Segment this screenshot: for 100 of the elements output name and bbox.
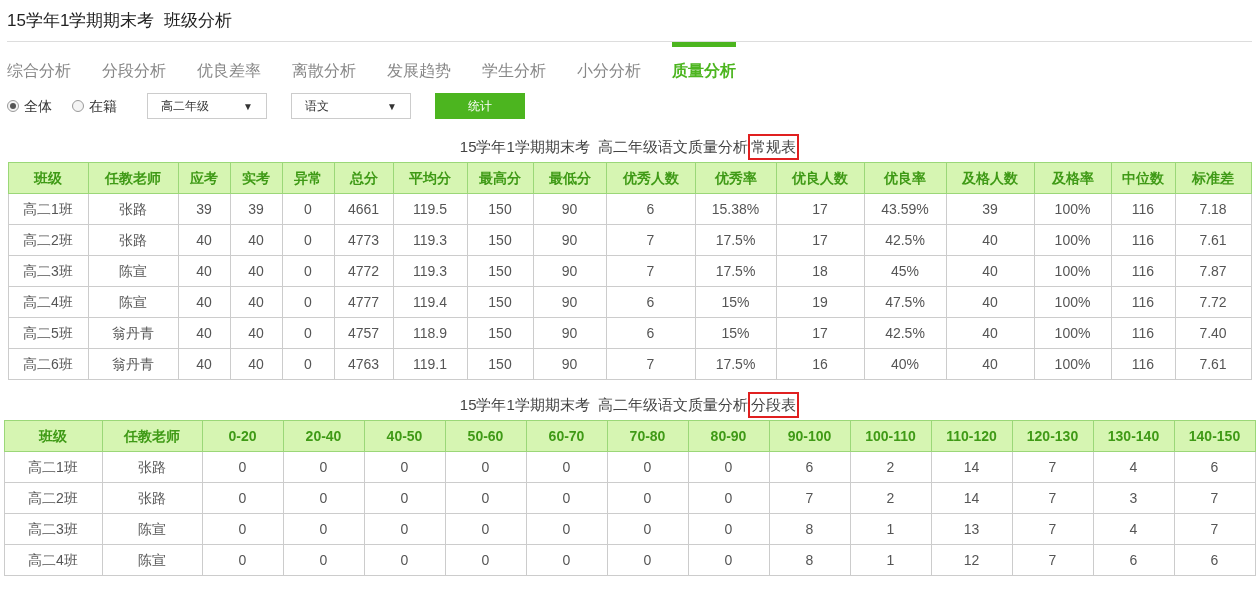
table-cell: 40 (230, 317, 282, 349)
submit-button[interactable]: 统计 (435, 93, 525, 119)
table-cell: 40 (178, 255, 230, 287)
column-header: 最低分 (533, 162, 606, 194)
table-cell: 40 (178, 317, 230, 349)
table-cell: 高二1班 (4, 451, 102, 483)
column-header: 110-120 (931, 420, 1012, 452)
table-cell: 1 (850, 544, 931, 576)
radio-button[interactable] (7, 100, 19, 112)
column-header: 总分 (334, 162, 393, 194)
table-cell: 7 (1174, 513, 1255, 545)
table-cell: 42.5% (864, 224, 946, 256)
column-header: 优良人数 (776, 162, 864, 194)
table-cell: 0 (445, 544, 526, 576)
table-cell: 39 (230, 193, 282, 225)
table-cell: 119.3 (393, 224, 467, 256)
table-cell: 47.5% (864, 286, 946, 318)
column-header: 实考 (230, 162, 282, 194)
table-cell: 6 (769, 451, 850, 483)
table-cell: 0 (526, 451, 607, 483)
table-cell: 17 (776, 317, 864, 349)
table-cell: 16 (776, 348, 864, 380)
table-cell: 15.38% (695, 193, 776, 225)
column-header: 班级 (8, 162, 88, 194)
table-cell: 4772 (334, 255, 393, 287)
table-cell: 0 (688, 544, 769, 576)
table-cell: 7.87 (1175, 255, 1251, 287)
table-cell: 90 (533, 255, 606, 287)
table-cell: 0 (283, 544, 364, 576)
column-header: 最高分 (467, 162, 533, 194)
tab[interactable]: 离散分析 (292, 42, 356, 86)
table-cell: 高二2班 (8, 224, 88, 256)
table-cell: 0 (282, 193, 334, 225)
radio-button[interactable] (72, 100, 84, 112)
table-cell: 150 (467, 224, 533, 256)
table-cell: 116 (1111, 286, 1175, 318)
column-header: 0-20 (202, 420, 283, 452)
table-cell: 0 (607, 451, 688, 483)
tab[interactable]: 学生分析 (482, 42, 546, 86)
table-cell: 0 (607, 544, 688, 576)
table-cell: 100% (1034, 286, 1111, 318)
tab[interactable]: 小分分析 (577, 42, 641, 86)
table-cell: 150 (467, 317, 533, 349)
table-cell: 100% (1034, 255, 1111, 287)
table-cell: 119.5 (393, 193, 467, 225)
table-cell: 张路 (88, 224, 178, 256)
table-cell: 39 (178, 193, 230, 225)
table-cell: 15% (695, 317, 776, 349)
table-cell: 2 (850, 482, 931, 514)
tab[interactable]: 发展趋势 (387, 42, 451, 86)
table-cell: 40 (946, 224, 1034, 256)
tab[interactable]: 分段分析 (102, 42, 166, 86)
table-cell: 40 (230, 348, 282, 380)
table-cell: 40 (230, 224, 282, 256)
column-header: 异常 (282, 162, 334, 194)
column-header: 平均分 (393, 162, 467, 194)
table-cell: 张路 (88, 193, 178, 225)
table-cell: 119.1 (393, 348, 467, 380)
highlight-box: 分段表 (748, 392, 800, 418)
table-cell: 6 (606, 317, 695, 349)
table-cell: 116 (1111, 193, 1175, 225)
tab[interactable]: 优良差率 (197, 42, 261, 86)
subject-select[interactable]: 语文 ▼ (291, 93, 411, 119)
table-cell: 8 (769, 544, 850, 576)
table-cell: 0 (202, 513, 283, 545)
column-header: 100-110 (850, 420, 931, 452)
table-cell: 高二2班 (4, 482, 102, 514)
table-cell: 14 (931, 482, 1012, 514)
table-cell: 张路 (102, 451, 202, 483)
table-cell: 150 (467, 348, 533, 380)
table-cell: 17.5% (695, 255, 776, 287)
column-header: 140-150 (1174, 420, 1255, 452)
column-header: 80-90 (688, 420, 769, 452)
table-cell: 2 (850, 451, 931, 483)
table-cell: 116 (1111, 348, 1175, 380)
table-cell: 90 (533, 317, 606, 349)
table-cell: 0 (526, 482, 607, 514)
table-cell: 1 (850, 513, 931, 545)
column-header: 中位数 (1111, 162, 1175, 194)
table-cell: 116 (1111, 255, 1175, 287)
grade-select[interactable]: 高二年级 ▼ (147, 93, 267, 119)
table-cell: 0 (445, 513, 526, 545)
table-cell: 100% (1034, 193, 1111, 225)
table-cell: 7.40 (1175, 317, 1251, 349)
table-cell: 高二1班 (8, 193, 88, 225)
tab[interactable]: 综合分析 (7, 42, 71, 86)
table-cell: 高二3班 (8, 255, 88, 287)
table-cell: 陈宣 (88, 286, 178, 318)
table-cell: 40 (178, 224, 230, 256)
column-header: 标准差 (1175, 162, 1251, 194)
table-cell: 4763 (334, 348, 393, 380)
table-cell: 17 (776, 224, 864, 256)
table-cell: 7.18 (1175, 193, 1251, 225)
table-cell: 7 (606, 224, 695, 256)
column-header: 班级 (4, 420, 102, 452)
table-cell: 4757 (334, 317, 393, 349)
highlight-box: 常规表 (748, 134, 800, 160)
table-cell: 0 (688, 482, 769, 514)
table-cell: 高二4班 (8, 286, 88, 318)
tab[interactable]: 质量分析 (672, 42, 736, 86)
